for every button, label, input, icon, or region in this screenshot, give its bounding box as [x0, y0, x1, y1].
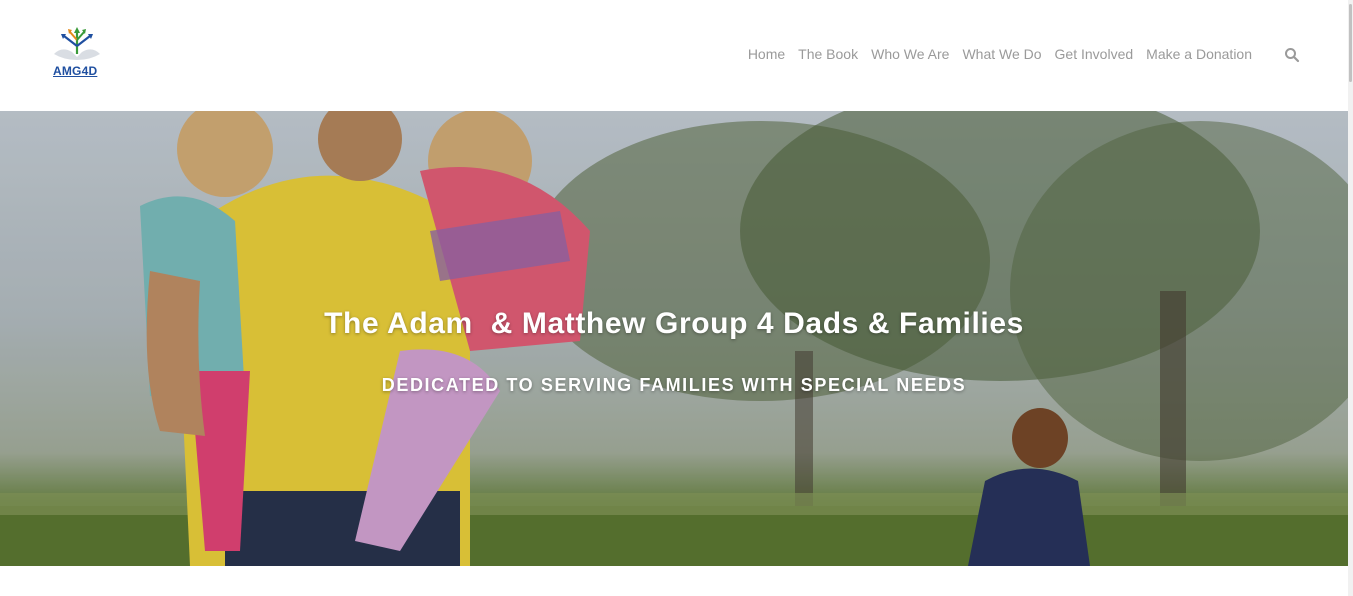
nav-item-get-involved[interactable]: Get Involved: [1055, 46, 1134, 62]
nav-item-the-book[interactable]: The Book: [798, 46, 858, 62]
scrollbar-track[interactable]: [1348, 0, 1353, 596]
search-icon: [1285, 48, 1300, 63]
hero-banner: The Adam & Matthew Group 4 Dads & Famili…: [0, 111, 1348, 566]
nav-item-home[interactable]: Home: [748, 46, 785, 62]
site-logo[interactable]: AMG4D: [44, 24, 110, 82]
hero-title: The Adam & Matthew Group 4 Dads & Famili…: [324, 307, 1024, 340]
tree-hands-logo-icon: [54, 27, 100, 60]
scrollbar-thumb[interactable]: [1349, 4, 1352, 82]
hero-subtitle: DEDICATED TO SERVING FAMILIES WITH SPECI…: [381, 375, 967, 395]
main-nav: Home The Book Who We Are What We Do Get …: [748, 46, 1252, 62]
nav-item-who-we-are[interactable]: Who We Are: [871, 46, 949, 62]
site-header: AMG4D Home The Book Who We Are What We D…: [0, 0, 1348, 111]
search-button[interactable]: [1284, 47, 1300, 63]
content-area: [0, 566, 1348, 596]
nav-item-what-we-do[interactable]: What We Do: [962, 46, 1041, 62]
nav-item-make-a-donation[interactable]: Make a Donation: [1146, 46, 1252, 62]
logo-text: AMG4D: [53, 64, 98, 78]
